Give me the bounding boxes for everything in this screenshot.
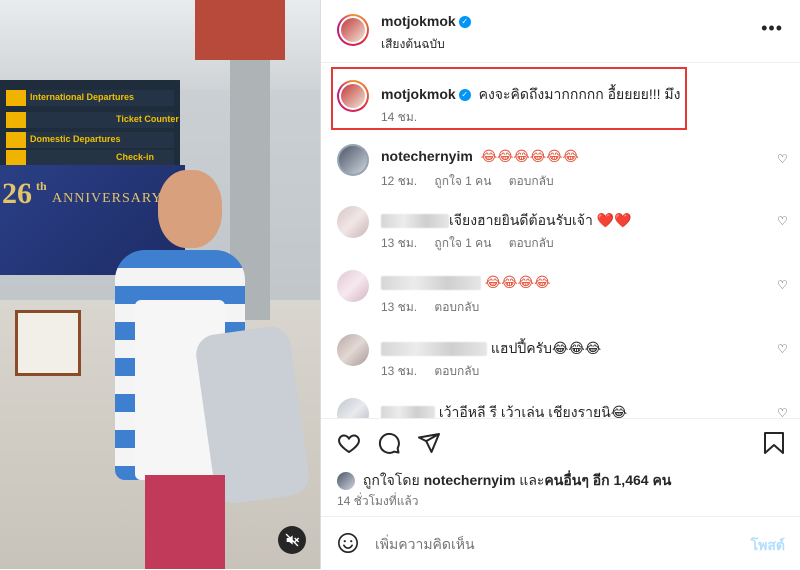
caption-time: 14 ชม. — [381, 110, 418, 124]
comment-item: เว้าอีหลี รี เว้าเล่น เชียงรายนิ😂 ♡ — [321, 398, 800, 418]
verified-icon: ✓ — [458, 89, 471, 102]
comment-button[interactable] — [377, 431, 401, 455]
reply-button[interactable]: ตอบกลับ — [509, 174, 554, 188]
comment-time: 13 ชม. — [381, 364, 418, 378]
comment-text: เว้าอีหลี รี เว้าเล่น เชียงรายนิ😂 — [438, 404, 628, 418]
smiley-icon — [338, 533, 358, 553]
comment-likes[interactable]: ถูกใจ 1 คน — [434, 174, 491, 188]
caption-text: คงจะคิดถึงมากกกกก อื้ยยยย!!! มึง — [478, 86, 681, 102]
post-details: motjokmok ✓ เสียงต้นฉบับ ••• motjokmok ✓ ค… — [320, 0, 800, 569]
comment-time: 13 ชม. — [381, 236, 418, 250]
more-options-button[interactable]: ••• — [761, 18, 783, 39]
heart-icon[interactable]: ♡ — [777, 214, 789, 228]
save-button[interactable] — [763, 431, 785, 455]
banner-text: ANNIVERSARY — [52, 191, 163, 206]
commenter-avatar[interactable] — [337, 144, 369, 176]
post-modal: International Departures Ticket Counter … — [0, 0, 800, 569]
commenter-avatar[interactable] — [337, 398, 369, 418]
heart-icon[interactable]: ♡ — [777, 406, 789, 418]
share-button[interactable] — [417, 431, 441, 455]
comment-time: 12 ชม. — [381, 174, 418, 188]
reply-button[interactable]: ตอบกลับ — [434, 364, 479, 378]
liker-username[interactable]: notechernyim — [424, 472, 516, 488]
comment-text: แฮปปี้ครับ😂😂😂 — [490, 340, 602, 356]
mute-button[interactable] — [278, 526, 306, 554]
sign-intl-label: International Departures — [30, 92, 135, 102]
reply-button[interactable]: ตอบกลับ — [509, 236, 554, 250]
man-pants — [145, 475, 225, 569]
banner-th: th — [36, 179, 47, 193]
heart-icon[interactable]: ♡ — [777, 152, 789, 166]
original-audio-link[interactable]: เสียงต้นฉบับ — [381, 35, 471, 54]
comment-username-blurred[interactable] — [381, 214, 449, 229]
liker-avatar[interactable] — [337, 472, 355, 491]
comment-username-blurred[interactable] — [381, 406, 435, 418]
verified-icon: ✓ — [458, 15, 471, 28]
comment-icon — [378, 432, 400, 454]
action-bar — [321, 418, 800, 467]
heart-icon — [338, 434, 360, 454]
post-header: motjokmok ✓ เสียงต้นฉบับ ••• — [321, 0, 800, 63]
comment-text: 😂😂😂😂😂😂 — [480, 148, 579, 164]
comment-username[interactable]: notechernyim — [381, 148, 473, 164]
heart-icon[interactable]: ♡ — [777, 342, 789, 356]
commenter-avatar[interactable] — [337, 334, 369, 366]
comment-text: 😂😂😂😂 — [484, 274, 551, 290]
author-username[interactable]: motjokmok — [381, 13, 456, 29]
banner-number: 26 — [2, 177, 32, 210]
window-flowers — [195, 0, 285, 60]
reply-button[interactable]: ตอบกลับ — [434, 300, 479, 314]
paper-plane-icon — [418, 433, 440, 453]
comment-composer: โพสต์ — [321, 516, 800, 570]
sign-domestic-label: Domestic Departures — [30, 134, 121, 144]
posted-time[interactable]: 14 ชั่วโมงที่แล้ว — [337, 492, 419, 511]
comment-input[interactable] — [373, 533, 717, 555]
likes-others[interactable]: คนอื่นๆ อีก 1,464 คน — [544, 472, 671, 488]
sign-checkin-label: Check-in — [116, 152, 155, 162]
likes-and: และ — [519, 472, 545, 488]
bookmark-icon — [764, 432, 784, 454]
commenter-avatar[interactable] — [337, 206, 369, 238]
departure-sign: International Departures Ticket Counter … — [0, 80, 180, 170]
comment-username-blurred[interactable] — [381, 276, 481, 291]
comment-text: เจียงฮายยินดีต้อนรับเจ้า ❤️❤️ — [449, 212, 632, 228]
like-button[interactable] — [337, 431, 361, 455]
speaker-muted-icon — [285, 533, 300, 547]
caption-username[interactable]: motjokmok — [381, 86, 456, 102]
comment-time: 13 ชม. — [381, 300, 418, 314]
likes-prefix: ถูกใจโดย — [362, 472, 420, 488]
comment-username-blurred[interactable] — [381, 342, 487, 357]
info-stand — [15, 310, 81, 376]
likes-summary: ถูกใจโดย notechernyim และคนอื่นๆ อีก 1,4… — [337, 470, 671, 492]
caption-avatar[interactable] — [337, 80, 369, 112]
commenter-avatar[interactable] — [337, 270, 369, 302]
sign-ticket-label: Ticket Counter — [116, 114, 179, 124]
emoji-button[interactable] — [337, 532, 359, 554]
heart-icon[interactable]: ♡ — [777, 278, 789, 292]
comment-likes[interactable]: ถูกใจ 1 คน — [434, 236, 491, 250]
man-head — [158, 170, 222, 248]
author-avatar[interactable] — [337, 14, 369, 46]
post-media[interactable]: International Departures Ticket Counter … — [0, 0, 320, 569]
post-comment-button[interactable]: โพสต์ — [751, 535, 785, 557]
